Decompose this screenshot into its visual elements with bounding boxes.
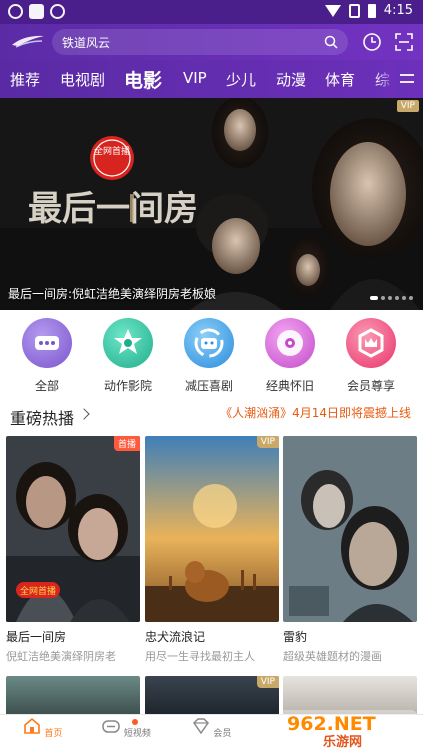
battery-icon — [367, 3, 376, 18]
banner-poster-art: 全网首播 最后一间房 — [0, 98, 423, 310]
category-vip[interactable]: 会员尊享 — [336, 318, 406, 394]
carousel-dot — [395, 296, 399, 300]
poster-card[interactable]: VIP 忠犬流浪记 用尽一生寻找最初主人 — [145, 436, 279, 664]
short-video-icon — [102, 720, 120, 733]
menu-icon[interactable] — [399, 72, 415, 86]
premiere-badge: 首播 — [113, 436, 140, 451]
banner-caption: 最后一间房:倪虹洁绝美演绎阴房老板娘 — [8, 287, 217, 301]
film-star-icon — [103, 318, 153, 368]
vip-badge: VIP — [256, 436, 279, 448]
category-all[interactable]: 全部 — [12, 318, 82, 394]
app-logo-icon[interactable] — [10, 33, 46, 49]
category-action[interactable]: 动作影院 — [93, 318, 163, 394]
poster-stamp: 全网首播 — [20, 585, 56, 597]
site-watermark: 962.NET 乐游网 — [279, 710, 417, 750]
notification-dot — [132, 719, 138, 725]
crown-icon — [346, 318, 396, 368]
poster-image: VIP — [145, 436, 279, 622]
category-shortcuts: 全部 动作影院 减压喜剧 经典怀旧 会员尊享 — [0, 314, 423, 400]
chevron-right-icon[interactable] — [78, 408, 90, 420]
category-classic[interactable]: 经典怀旧 — [255, 318, 325, 394]
tab-recommend[interactable]: 推荐 — [10, 69, 40, 90]
poster-card[interactable]: 雷豹 超级英雄题材的漫画 — [283, 436, 417, 664]
carousel-dot — [370, 296, 378, 300]
top-bar: 铁道风云 — [0, 24, 423, 60]
tab-tv-series[interactable]: 电视剧 — [60, 69, 105, 90]
carousel-indicator — [370, 296, 413, 300]
poster-image — [283, 436, 417, 622]
watermark-text: 962.NET — [287, 713, 376, 735]
tab-sports[interactable]: 体育 — [325, 69, 355, 90]
section-title[interactable]: 重磅热播 — [10, 405, 74, 429]
nav-home-label: 首页 — [44, 729, 63, 739]
channel-tabs: 推荐 电视剧 电影 VIP 少儿 动漫 体育 综 — [0, 60, 423, 98]
hero-banner[interactable]: 全网首播 最后一间房 VIP 最后一间房:倪虹洁绝美演绎阴房老板娘 — [0, 98, 423, 310]
nav-vip[interactable]: 会员 — [181, 717, 241, 739]
sync-icon — [50, 4, 65, 19]
category-label: 会员尊享 — [346, 379, 395, 393]
disc-icon — [265, 318, 315, 368]
banner-stamp: 全网首播 — [94, 145, 130, 157]
status-bar: 4:15 — [0, 0, 423, 24]
more-dots-icon — [22, 318, 72, 368]
poster-subtitle: 倪虹洁绝美演绎阴房老 — [6, 650, 116, 663]
carousel-dot — [388, 296, 392, 300]
poster-image: 全网首播 首播 — [6, 436, 140, 622]
history-icon[interactable] — [362, 32, 382, 52]
smile-face-icon — [184, 318, 234, 368]
app-notification-icon — [29, 4, 44, 19]
tab-kids[interactable]: 少儿 — [226, 69, 256, 90]
poster-title: 最后一间房 — [6, 630, 67, 644]
poster-title: 忠犬流浪记 — [145, 630, 206, 644]
notification-icons — [8, 4, 65, 19]
nav-short-video[interactable]: 短视频 — [96, 717, 156, 739]
tab-vip[interactable]: VIP — [183, 69, 207, 87]
nav-short-video-label: 短视频 — [123, 729, 151, 739]
tab-anime[interactable]: 动漫 — [276, 69, 306, 90]
poster-title: 雷豹 — [283, 630, 308, 644]
wifi-icon — [324, 4, 341, 17]
nav-vip-label: 会员 — [213, 729, 232, 739]
category-comedy[interactable]: 减压喜剧 — [174, 318, 244, 394]
tabs-fade — [375, 60, 395, 98]
vip-badge: VIP — [256, 676, 279, 688]
sim-icon — [348, 3, 360, 18]
category-label: 经典怀旧 — [265, 379, 314, 393]
vip-badge: VIP — [396, 100, 419, 112]
section-promo-link[interactable]: 《人潮汹涌》4月14日即将震撼上线 — [220, 404, 411, 421]
sync-icon — [8, 4, 23, 19]
clock: 4:15 — [383, 3, 413, 18]
carousel-dot — [381, 296, 385, 300]
carousel-dot — [402, 296, 406, 300]
search-input[interactable]: 铁道风云 — [52, 29, 348, 55]
poster-subtitle: 超级英雄题材的漫画 — [283, 650, 382, 663]
poster-card[interactable]: 全网首播 首播 最后一间房 倪虹洁绝美演绎阴房老 — [6, 436, 140, 664]
poster-card[interactable]: VIP — [145, 676, 279, 716]
nav-home[interactable]: 首页 — [12, 717, 72, 739]
category-label: 动作影院 — [103, 379, 152, 393]
home-icon — [23, 717, 40, 734]
banner-poster-title: 最后一间房 — [28, 189, 198, 229]
search-placeholder: 铁道风云 — [62, 36, 111, 50]
category-label: 减压喜剧 — [184, 379, 233, 393]
category-label: 全部 — [34, 379, 59, 393]
scan-icon[interactable] — [394, 32, 414, 52]
carousel-dot — [409, 296, 413, 300]
vip-diamond-icon — [192, 718, 209, 735]
poster-subtitle: 用尽一生寻找最初主人 — [145, 650, 255, 663]
search-icon[interactable] — [324, 35, 338, 49]
poster-card[interactable] — [6, 676, 140, 716]
watermark-subtext: 乐游网 — [323, 734, 362, 750]
tab-movies[interactable]: 电影 — [124, 66, 162, 93]
